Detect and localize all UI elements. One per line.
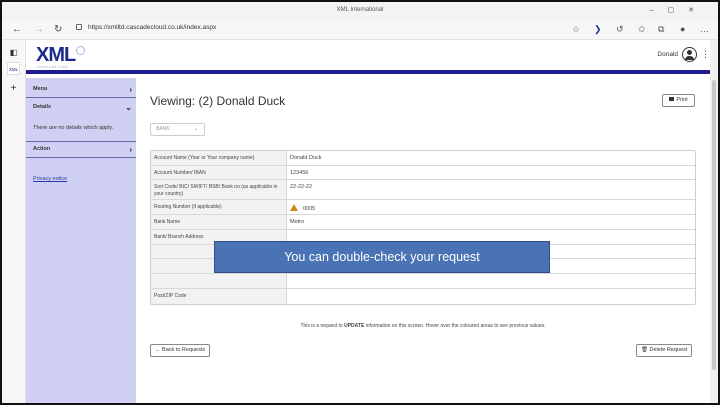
favorites-add-icon[interactable]: ☆ [572,24,580,35]
field-value: 123456 [287,166,695,179]
forward-arrow-icon[interactable]: → [34,24,44,36]
field-label [151,274,287,288]
url-text: https://xmlltd.cascadecloud.co.uk/index.… [88,24,217,31]
more-options-icon[interactable]: … [700,24,709,34]
tab-xml[interactable]: XML [7,62,20,75]
favorites-icon[interactable]: ✩ [638,24,646,35]
collections-icon[interactable]: ⧉ [658,24,664,35]
field-label: Post/ZIP Code [151,289,287,304]
trash-icon: 🗑 [641,347,648,353]
window-title: XML International [336,7,384,13]
page-scrollbar[interactable] [710,40,718,403]
profile-icon[interactable]: ● [680,24,685,34]
app-header: XML International Donald ⋮ [26,40,718,74]
type-select[interactable]: BANK ⌄ [150,123,205,136]
chevron-down-icon: ⌄ [125,103,132,112]
warning-icon[interactable] [290,204,298,211]
field-value: 0005 [287,200,695,214]
browser-toolbar: ← → ↻ https://xmlltd.cascadecloud.co.uk/… [2,20,718,40]
table-row: Bank Name Metro [151,215,695,230]
privacy-notice-link[interactable]: Privacy notice [33,176,67,182]
table-row: Sort Code/ BIC/ SWIFT/ BSB/ Bank no (as … [151,180,695,200]
kebab-menu-icon[interactable]: ⋮ [701,49,710,60]
field-value [287,289,695,304]
delete-request-button[interactable]: 🗑 Delete Request [636,344,693,357]
field-value-text: 0005 [303,206,316,212]
field-value: 22-22-22 [287,180,695,199]
print-button[interactable]: Print [662,94,695,107]
field-value-text: Metro [290,219,305,225]
scrollbar-thumb[interactable] [712,80,716,370]
company-logo: XML International [36,44,86,69]
extension-icon[interactable]: ❯ [594,24,602,35]
callout-banner: You can double-check your request [214,241,550,273]
table-row [151,274,695,289]
field-value-text: 22-22-22 [290,184,313,190]
chevron-right-icon: › [129,85,132,94]
details-text: There are no details which apply. [33,125,114,131]
printer-icon [669,97,675,101]
sidebar-action[interactable]: Action › [26,145,136,154]
arrow-left-icon: ← [155,347,161,353]
new-tab-icon[interactable]: + [7,82,20,95]
field-value: Donald Duck [287,151,695,165]
site-info-icon[interactable] [76,24,82,30]
field-label: Account Number/ IBAN [151,166,287,179]
address-bar[interactable]: https://xmlltd.cascadecloud.co.uk/index.… [76,24,216,31]
chevron-right-icon: › [129,145,132,154]
screenshot-frame: XML International –▢✕ ← → ↻ https://xmll… [0,0,720,405]
page-title: Viewing: (2) Donald Duck [150,94,286,108]
vertical-tabs: ◧ XML + [2,40,26,403]
table-row: Post/ZIP Code [151,289,695,304]
chevron-down-icon: ⌄ [193,126,198,132]
field-value [287,274,695,288]
user-name: Donald [657,51,678,58]
refresh-icon[interactable]: ↻ [54,24,62,36]
sidebar-details[interactable]: Details ⌄ [26,103,136,112]
table-row: Account Number/ IBAN 123456 [151,166,695,180]
field-value: Metro [287,215,695,229]
field-value-text: Donald Duck [290,155,322,161]
tab-actions-icon[interactable]: ◧ [7,46,20,59]
update-note: This is a request to UPDATE information … [300,323,546,329]
field-label: Routing Number (if applicable) [151,200,287,214]
field-label: Sort Code/ BIC/ SWIFT/ BSB/ Bank no (as … [151,180,287,199]
details-table: Account Name (Your or Your company name)… [150,150,696,305]
sidebar-menu[interactable]: Menu › [26,85,136,94]
sidebar: Menu › Details ⌄ There are no details whic… [26,78,136,403]
refresh-extension-icon[interactable]: ↺ [616,24,624,35]
window-controls[interactable]: –▢✕ [650,6,708,14]
back-to-requests-button[interactable]: ← Back to Requests [150,344,211,357]
field-value-text: 123456 [290,170,309,176]
table-row: Routing Number (if applicable) 0005 [151,200,695,215]
browser-titlebar: XML International –▢✕ [2,2,718,20]
field-label: Account Name (Your or Your company name) [151,151,287,165]
user-avatar-icon[interactable] [682,47,697,62]
back-arrow-icon[interactable]: ← [12,24,22,36]
field-label: Bank Name [151,215,287,229]
table-row: Account Name (Your or Your company name)… [151,151,695,166]
